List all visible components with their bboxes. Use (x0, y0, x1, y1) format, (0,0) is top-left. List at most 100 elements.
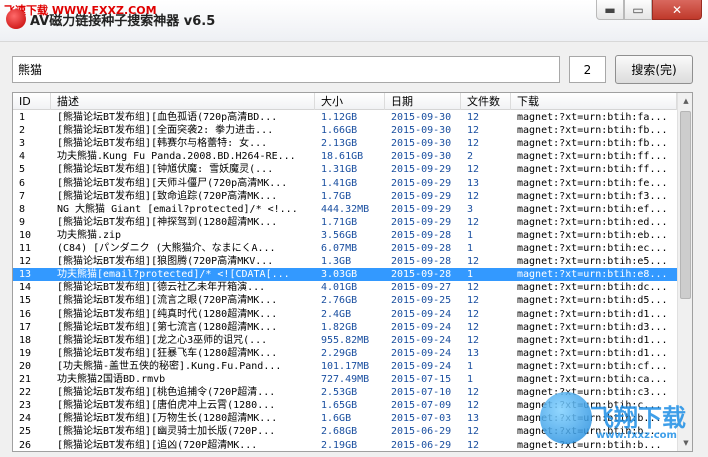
cell-file-count: 12 (467, 216, 480, 228)
cell-file-count: 3 (467, 203, 474, 215)
cell-id: 21 (19, 374, 32, 385)
table-row[interactable]: 9 [熊猫论坛BT发布组][神探驾到(1280超清MK... 1.71GB 2015-… (13, 216, 677, 229)
cell-id: 4 (19, 151, 26, 163)
cell-size: 444.32MB (321, 203, 370, 215)
cell-magnet-link: magnet:?xt=urn:btih:d1... (517, 347, 668, 359)
cell-description: [熊猫论坛BT发布组][狂暴飞车(1280超清MK... (57, 347, 278, 359)
cell-size: 955.82MB (321, 334, 370, 346)
table-row[interactable]: 2 [熊猫论坛BT发布组][全面突袭2: 拳力进击... 1.66GB 2015-09… (13, 124, 677, 137)
cell-date: 2015-07-09 (391, 400, 452, 412)
table-row[interactable]: 10 功夫熊猫.zip 3.56GB 2015-09-28 1 magnet:?xt=ur… (13, 229, 677, 242)
cell-description: [熊猫论坛BT发布组][致命追踪(720P高清MK... (57, 190, 278, 202)
cell-date: 2015-06-29 (391, 426, 452, 438)
cell-size: 2.4GB (321, 308, 352, 320)
cell-id: 9 (19, 216, 26, 228)
cell-file-count: 12 (467, 426, 480, 438)
table-row[interactable]: 15 [熊猫论坛BT发布组][流言之眼(720P高清MK... 2.76GB 2015… (13, 294, 677, 307)
cell-file-count: 12 (467, 400, 480, 412)
cell-magnet-link: magnet:?xt=urn:btih:cf... (517, 360, 668, 372)
cell-id: 20 (19, 360, 32, 372)
table-row[interactable]: 17 [熊猫论坛BT发布组][第七流言(1280超清MK... 1.82GB 2015… (13, 321, 677, 334)
cell-description: [熊猫论坛BT发布组][万物生长(1280超清MK... (57, 413, 278, 425)
cell-file-count: 12 (467, 125, 480, 137)
table-row[interactable]: 12 [熊猫论坛BT发布组][狼图腾(720P高清MKV... 1.3GB 2015-… (13, 255, 677, 268)
cell-file-count: 1 (467, 269, 474, 281)
cell-size: 1.82GB (321, 321, 358, 333)
cell-file-count: 12 (467, 308, 480, 320)
table-row[interactable]: 4 功夫熊猫.Kung Fu Panda.2008.BD.H264-RE... 18… (13, 150, 677, 163)
column-header-description[interactable]: 描述 (51, 93, 315, 110)
cell-description: (C84) [パンダニク (大熊猫介、なまにくA... (57, 243, 276, 254)
app-icon (6, 9, 26, 29)
cell-id: 25 (19, 426, 32, 438)
cell-description: [功夫熊猫-盖世五侠的秘密].Kung.Fu.Pand... (57, 360, 282, 372)
table-row[interactable]: 21 功夫熊猫2国语BD.rmvb 727.49MB 2015-07-15 1 magne… (13, 373, 677, 386)
search-button[interactable]: 搜索(完) (615, 55, 693, 84)
cell-magnet-link: magnet:?xt=urn:btih:ca... (517, 374, 668, 385)
table-row[interactable]: 19 [熊猫论坛BT发布组][狂暴飞车(1280超清MK... 2.29GB 2015… (13, 347, 677, 360)
cell-date: 2015-09-28 (391, 229, 452, 241)
cell-file-count: 12 (467, 439, 480, 451)
search-input[interactable] (12, 56, 560, 83)
cell-date: 2015-07-03 (391, 413, 452, 425)
table-row[interactable]: 14 [熊猫论坛BT发布组][德云社乙未年开箱演... 4.01GB 2015-09-… (13, 281, 677, 294)
cell-id: 7 (19, 190, 26, 202)
table-row[interactable]: 6 [熊猫论坛BT发布组][天师斗僵尸(720p高清MK... 1.41GB 2015… (13, 177, 677, 190)
list-header: ID 描述 大小 日期 文件数 下载 (13, 93, 677, 110)
cell-id: 22 (19, 387, 32, 399)
cell-id: 24 (19, 413, 32, 425)
cell-date: 2015-09-29 (391, 203, 452, 215)
cell-size: 1.12GB (321, 112, 358, 123)
cell-magnet-link: magnet:?xt=urn:btih:fb... (517, 125, 668, 137)
cell-size: 18.61GB (321, 151, 364, 163)
cell-file-count: 12 (467, 321, 480, 333)
cell-file-count: 1 (467, 229, 474, 241)
table-row[interactable]: 11 (C84) [パンダニク (大熊猫介、なまにくA... 6.07MB 2015-… (13, 242, 677, 255)
maximize-button[interactable]: ▭ (624, 0, 652, 20)
cell-description: [熊猫论坛BT发布组][狼图腾(720P高清MKV... (57, 256, 274, 268)
page-number-input[interactable] (569, 56, 606, 83)
cell-description: [熊猫论坛BT发布组][幽灵骑士加长版(720P... (57, 426, 276, 438)
cell-date: 2015-09-24 (391, 360, 452, 372)
scrollbar-thumb[interactable] (680, 111, 691, 299)
cell-size: 2.68GB (321, 426, 358, 438)
cell-magnet-link: magnet:?xt=urn:btih:dc... (517, 282, 668, 294)
minimize-button[interactable]: ▬ (596, 0, 624, 20)
scroll-up-arrow-icon[interactable]: ▲ (678, 93, 692, 109)
cell-size: 3.56GB (321, 229, 358, 241)
table-row[interactable]: 3 [熊猫论坛BT发布组][韩赛尔与格蕾特: 女... 2.13GB 2015-09-… (13, 137, 677, 150)
column-header-date[interactable]: 日期 (385, 93, 461, 110)
table-row[interactable]: 18 [熊猫论坛BT发布组][龙之心3巫师的诅咒(... 955.82MB 2015-… (13, 334, 677, 347)
cell-id: 13 (19, 269, 32, 281)
cell-description: [熊猫论坛BT发布组][追凶(720P超清MK... (57, 439, 258, 451)
column-header-size[interactable]: 大小 (315, 93, 385, 110)
cell-file-count: 12 (467, 190, 480, 202)
cell-description: [熊猫论坛BT发布组][唐伯虎冲上云霄(1280... (57, 400, 276, 412)
cell-date: 2015-09-28 (391, 243, 452, 254)
column-header-download[interactable]: 下载 (511, 93, 677, 110)
cell-size: 1.66GB (321, 125, 358, 137)
cell-magnet-link: magnet:?xt=urn:btih:fa... (517, 112, 668, 123)
table-row[interactable]: 8 NG 大熊猫 Giant [email?protected]/* <!... 4… (13, 203, 677, 216)
table-row[interactable]: 7 [熊猫论坛BT发布组][致命追踪(720P高清MK... 1.7GB 2015-0… (13, 190, 677, 203)
watermark-logo-icon (540, 392, 592, 444)
cell-file-count: 1 (467, 360, 474, 372)
cell-size: 1.65GB (321, 400, 358, 412)
table-row[interactable]: 20 [功夫熊猫-盖世五侠的秘密].Kung.Fu.Pand... 101.17MB… (13, 360, 677, 373)
cell-id: 3 (19, 138, 26, 150)
column-header-id[interactable]: ID (13, 93, 51, 110)
cell-file-count: 12 (467, 282, 480, 294)
cell-date: 2015-09-27 (391, 282, 452, 294)
watermark-url: www.fxxz.com (596, 430, 677, 441)
cell-magnet-link: magnet:?xt=urn:btih:fb... (517, 138, 668, 150)
table-row[interactable]: 16 [熊猫论坛BT发布组][纯真时代(1280超清MK... 2.4GB 2015-… (13, 308, 677, 321)
table-row[interactable]: 1 [熊猫论坛BT发布组][血色孤语(720p高清BD... 1.12GB 2015-… (13, 111, 677, 124)
column-header-file-count[interactable]: 文件数 (461, 93, 511, 110)
table-row[interactable]: 5 [熊猫论坛BT发布组][钟馗伏魔: 雪妖魔灵(... 1.31GB 2015-09… (13, 163, 677, 176)
close-button[interactable]: ✕ (652, 0, 702, 20)
cell-description: [熊猫论坛BT发布组][钟馗伏魔: 雪妖魔灵(... (57, 164, 274, 176)
cell-magnet-link: magnet:?xt=urn:btih:d1... (517, 334, 668, 346)
cell-id: 26 (19, 439, 32, 451)
table-row[interactable]: 13 功夫熊猫[email?protected]/* <![CDATA[... 3.… (13, 268, 677, 282)
cell-date: 2015-09-29 (391, 216, 452, 228)
